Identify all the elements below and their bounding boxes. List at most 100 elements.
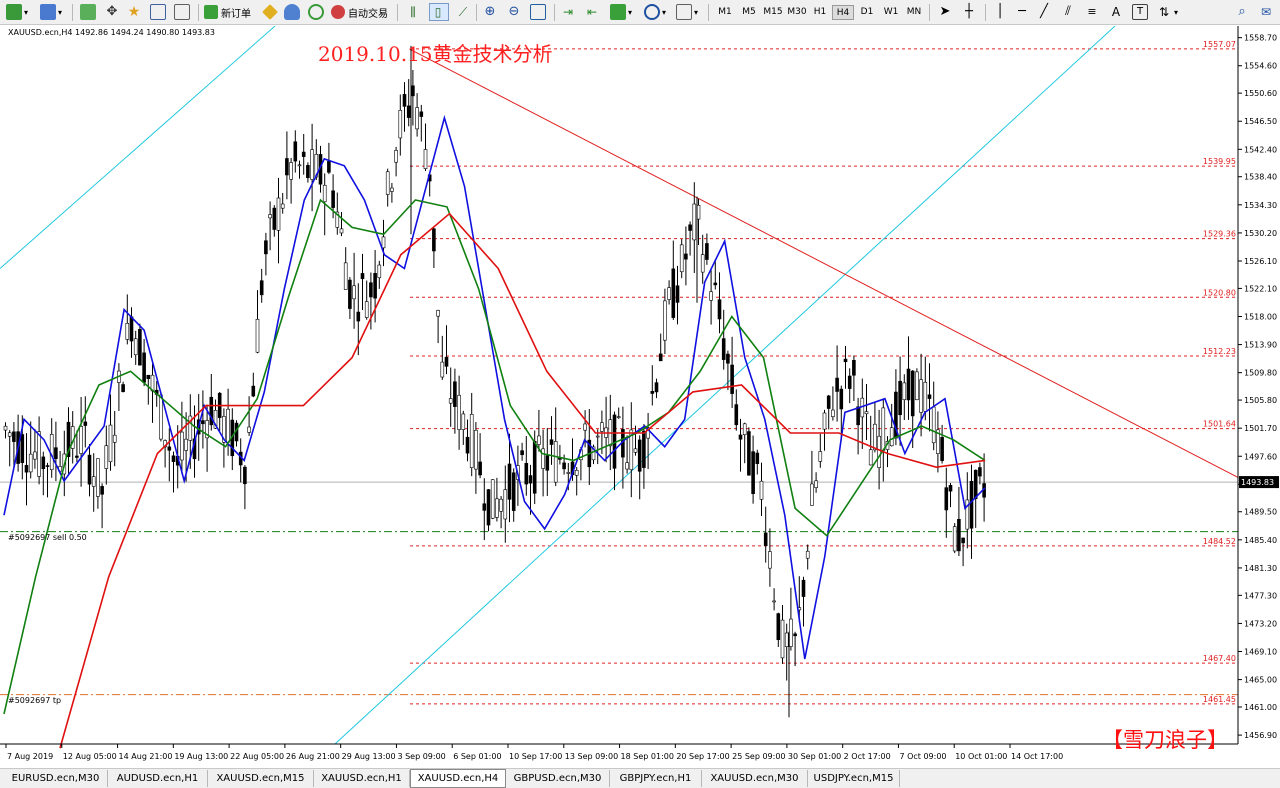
bear-candle — [520, 450, 524, 456]
cursor-icon: ➤ — [939, 4, 951, 19]
chart-tab[interactable]: XAUUSD.ecn,M30 — [702, 770, 808, 787]
bull-candle — [226, 408, 230, 443]
horizontal-line-tool-button[interactable]: ─ — [1014, 3, 1030, 21]
horizontal-line-icon: ─ — [1018, 4, 1026, 19]
cursor-tool-button[interactable]: ➤ — [937, 3, 953, 21]
crosshair-tool-button[interactable]: ┼ — [961, 3, 977, 21]
toolbar-separator — [397, 4, 398, 21]
x-tick-label: 7 Aug 2019 — [7, 752, 53, 761]
chart-tab[interactable]: XAUUSD.ecn,H1 — [314, 770, 410, 787]
chart-tab[interactable]: GBPUSD.ecn,M30 — [506, 770, 610, 787]
bull-candle — [339, 228, 344, 234]
chart-window[interactable]: 1557.07 1539.95 1529.36 1520.80 1512.23 1501.… — [0, 26, 1280, 768]
profiles-button[interactable]: ▾ — [40, 3, 62, 21]
channel-tool-button[interactable]: ⫽ — [1060, 3, 1076, 21]
auto-trading-button[interactable]: 自动交易 — [331, 3, 388, 21]
search-button[interactable]: ⌕ — [1234, 3, 1250, 21]
bear-candle — [927, 394, 932, 399]
timeframe-m1[interactable]: M1 — [715, 5, 735, 20]
bear-candle — [763, 532, 768, 547]
bear-candle — [776, 613, 781, 641]
timeframe-m15[interactable]: M15 — [761, 5, 785, 20]
account-button[interactable] — [284, 3, 300, 21]
level-label: 1539.95 — [1203, 157, 1236, 166]
fibonacci-tool-button[interactable]: ≡ — [1084, 3, 1100, 21]
navigator-button[interactable]: ✥ — [104, 3, 120, 21]
bull-candle — [184, 438, 188, 451]
templates-icon — [676, 4, 692, 20]
bear-candle — [671, 268, 676, 318]
bear-candle — [411, 85, 415, 97]
timeframe-mn[interactable]: MN — [903, 5, 925, 20]
market-watch-button[interactable] — [80, 3, 96, 21]
trendline-tool-button[interactable]: ╱ — [1036, 3, 1052, 21]
auto-scroll-button[interactable]: ⇥ — [560, 3, 576, 21]
chart-tab[interactable]: XAUUSD.ecn,M15 — [208, 770, 314, 787]
line-chart-button[interactable]: ⟋ — [455, 3, 471, 21]
toolbar-separator — [554, 4, 555, 21]
bear-candle — [121, 384, 125, 393]
bear-candle — [562, 462, 566, 470]
candlestick-chart-button[interactable]: ▯ — [429, 3, 449, 21]
crosshair-icon: ┼ — [965, 4, 973, 19]
timeframe-w1[interactable]: W1 — [880, 5, 902, 20]
new-chart-button[interactable]: ▾ — [6, 3, 28, 21]
bear-candle — [465, 436, 470, 454]
bull-candle — [457, 394, 461, 430]
chart-tab[interactable]: USDJPY.ecn,M15 — [808, 770, 900, 787]
chart-tab[interactable]: AUDUSD.ecn,H1 — [108, 770, 208, 787]
text-tool-button[interactable]: A — [1108, 3, 1124, 21]
toolbar-separator — [985, 4, 986, 21]
indicators-button[interactable]: ▾ — [610, 3, 632, 21]
timeframe-h1[interactable]: H1 — [810, 5, 830, 20]
timeframe-m5[interactable]: M5 — [739, 5, 759, 20]
bar-chart-button[interactable]: ⫼ — [405, 3, 421, 21]
zoom-out-button[interactable]: ⊖ — [506, 3, 522, 21]
bear-candle — [301, 151, 306, 157]
signals-button[interactable] — [308, 3, 324, 21]
chat-button[interactable]: ✉ — [1258, 3, 1274, 21]
x-tick-label: 2 Oct 17:00 — [844, 752, 891, 761]
bear-candle — [675, 285, 680, 303]
new-order-button[interactable]: 新订单 — [204, 3, 251, 21]
dropdown-arrow-icon: ▾ — [628, 7, 633, 17]
y-tick-label: 1461.00 — [1244, 703, 1277, 712]
chart-shift-button[interactable]: ⇤ — [584, 3, 600, 21]
timeframe-m30[interactable]: M30 — [785, 5, 809, 20]
bear-candle — [755, 452, 760, 464]
bear-candle — [243, 466, 247, 485]
vertical-line-tool-button[interactable]: │ — [992, 3, 1008, 21]
bear-candle — [20, 434, 25, 463]
bear-candle — [856, 406, 860, 426]
y-tick-label: 1473.20 — [1244, 619, 1277, 628]
timeframe-d1[interactable]: D1 — [857, 5, 877, 20]
y-tick-label: 1546.50 — [1244, 117, 1277, 126]
x-tick-label: 7 Oct 09:00 — [899, 752, 946, 761]
tile-windows-button[interactable] — [530, 3, 546, 21]
price-chart[interactable]: 1557.07 1539.95 1529.36 1520.80 1512.23 1501.… — [0, 26, 1280, 768]
metaeditor-icon — [262, 4, 278, 20]
templates-button[interactable]: ▾ — [676, 3, 698, 21]
tp-order-label[interactable]: #5092697 tp — [8, 696, 61, 705]
last-price-label: 1493.83 — [1241, 478, 1274, 487]
y-tick-label: 1489.50 — [1244, 508, 1277, 517]
favorites-button[interactable]: ★ — [126, 3, 142, 21]
chart-tab[interactable]: EURUSD.ecn,M30 — [4, 770, 108, 787]
metaeditor-button[interactable] — [262, 3, 278, 21]
bull-candle — [709, 291, 713, 301]
toolbar-separator — [72, 4, 73, 21]
terminal-button[interactable] — [150, 3, 166, 21]
sell-order-label[interactable]: #5092697 sell 0.50 — [8, 533, 87, 542]
bull-candle — [952, 526, 957, 552]
strategy-tester-button[interactable] — [174, 3, 190, 21]
arrows-tool-button[interactable]: ⇅ ▾ — [1156, 3, 1178, 21]
zoom-in-button[interactable]: ⊕ — [482, 3, 498, 21]
chart-tab[interactable]: XAUUSD.ecn,H4 — [410, 769, 506, 788]
toolbar-separator — [198, 4, 199, 21]
periods-button[interactable]: ▾ — [644, 3, 666, 21]
timeframe-h4[interactable]: H4 — [832, 5, 854, 20]
star-icon: ★ — [127, 4, 141, 20]
zoom-in-icon: ⊕ — [484, 4, 496, 19]
text-label-tool-button[interactable]: T — [1132, 3, 1148, 21]
chart-tab[interactable]: GBPJPY.ecn,H1 — [610, 770, 702, 787]
